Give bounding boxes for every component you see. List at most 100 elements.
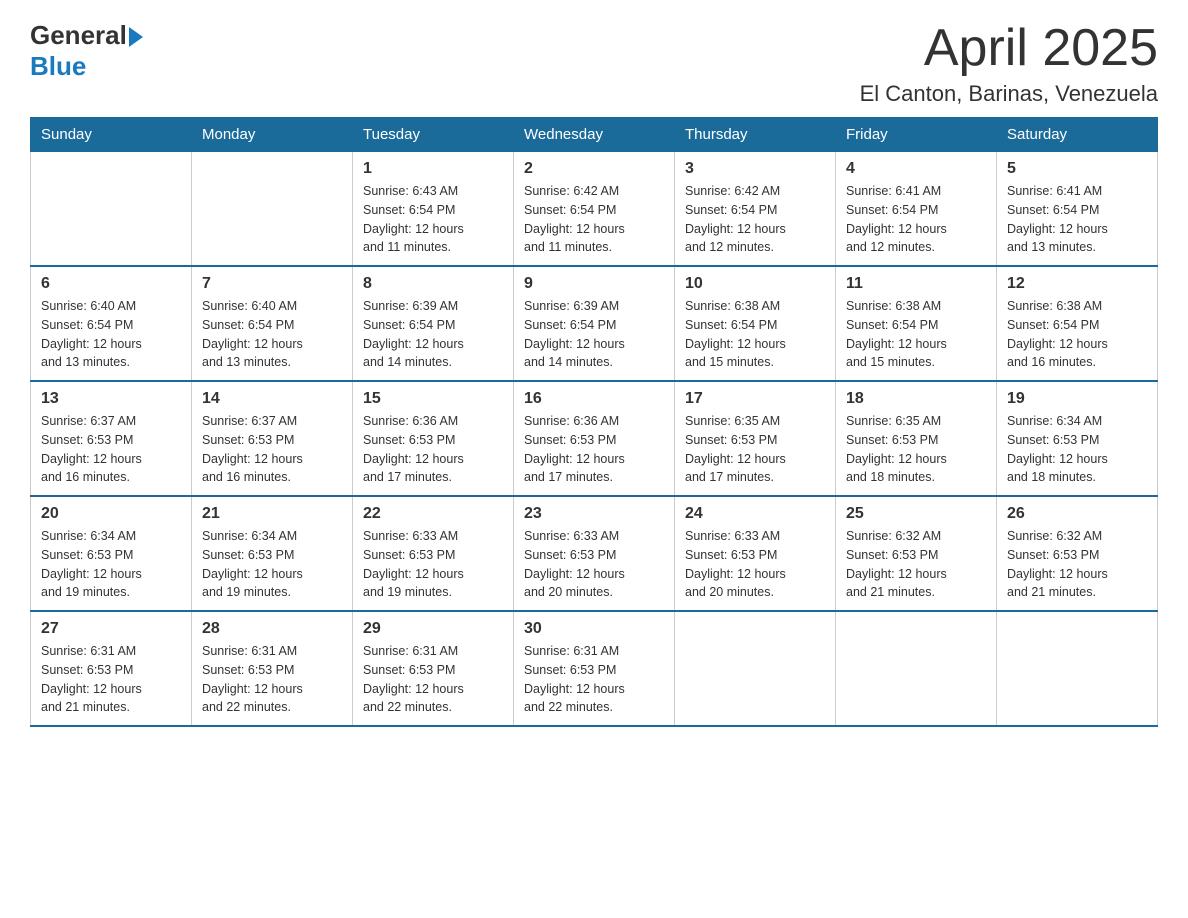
calendar-cell: 17 Sunrise: 6:35 AM Sunset: 6:53 PM Dayli…: [675, 381, 836, 496]
day-number: 17: [685, 390, 825, 408]
day-info: Sunrise: 6:31 AM Sunset: 6:53 PM Dayligh…: [202, 642, 342, 717]
day-info: Sunrise: 6:34 AM Sunset: 6:53 PM Dayligh…: [202, 527, 342, 602]
day-info: Sunrise: 6:43 AM Sunset: 6:54 PM Dayligh…: [363, 182, 503, 257]
day-number: 15: [363, 390, 503, 408]
calendar-title: April 2025: [860, 20, 1158, 77]
column-header-thursday: Thursday: [675, 118, 836, 152]
day-info: Sunrise: 6:32 AM Sunset: 6:53 PM Dayligh…: [1007, 527, 1147, 602]
title-block: April 2025 El Canton, Barinas, Venezuela: [860, 20, 1158, 107]
day-number: 25: [846, 505, 986, 523]
calendar-cell: 21 Sunrise: 6:34 AM Sunset: 6:53 PM Dayli…: [192, 496, 353, 611]
day-number: 18: [846, 390, 986, 408]
day-number: 24: [685, 505, 825, 523]
day-number: 28: [202, 620, 342, 638]
day-info: Sunrise: 6:37 AM Sunset: 6:53 PM Dayligh…: [41, 412, 181, 487]
calendar-cell: 28 Sunrise: 6:31 AM Sunset: 6:53 PM Dayli…: [192, 611, 353, 726]
calendar-cell: 2Sunrise: 6:42 AM Sunset: 6:54 PM Daylig…: [514, 152, 675, 267]
day-info: Sunrise: 6:33 AM Sunset: 6:53 PM Dayligh…: [363, 527, 503, 602]
calendar-cell: 10 Sunrise: 6:38 AM Sunset: 6:54 PM Dayli…: [675, 266, 836, 381]
day-number: 30: [524, 620, 664, 638]
calendar-cell: 8 Sunrise: 6:39 AM Sunset: 6:54 PM Daylig…: [353, 266, 514, 381]
calendar-cell: [675, 611, 836, 726]
day-number: 14: [202, 390, 342, 408]
calendar-cell: 15 Sunrise: 6:36 AM Sunset: 6:53 PM Dayli…: [353, 381, 514, 496]
calendar-cell: 27 Sunrise: 6:31 AM Sunset: 6:53 PM Dayli…: [31, 611, 192, 726]
column-header-friday: Friday: [836, 118, 997, 152]
day-info: Sunrise: 6:36 AM Sunset: 6:53 PM Dayligh…: [524, 412, 664, 487]
day-info: Sunrise: 6:42 AM Sunset: 6:54 PM Dayligh…: [685, 182, 825, 257]
day-number: 13: [41, 390, 181, 408]
calendar-week-row: 6 Sunrise: 6:40 AM Sunset: 6:54 PM Daylig…: [31, 266, 1158, 381]
calendar-cell: 29 Sunrise: 6:31 AM Sunset: 6:53 PM Dayli…: [353, 611, 514, 726]
column-header-tuesday: Tuesday: [353, 118, 514, 152]
day-info: Sunrise: 6:31 AM Sunset: 6:53 PM Dayligh…: [363, 642, 503, 717]
day-number: 20: [41, 505, 181, 523]
calendar-week-row: 20 Sunrise: 6:34 AM Sunset: 6:53 PM Dayli…: [31, 496, 1158, 611]
day-number: 9: [524, 275, 664, 293]
day-info: Sunrise: 6:31 AM Sunset: 6:53 PM Dayligh…: [524, 642, 664, 717]
day-number: 4: [846, 160, 986, 178]
day-number: 7: [202, 275, 342, 293]
calendar-week-row: 1 Sunrise: 6:43 AM Sunset: 6:54 PM Daylig…: [31, 152, 1158, 267]
day-info: Sunrise: 6:42 AM Sunset: 6:54 PM Dayligh…: [524, 182, 664, 257]
day-number: 23: [524, 505, 664, 523]
day-info: Sunrise: 6:38 AM Sunset: 6:54 PM Dayligh…: [846, 297, 986, 372]
column-header-monday: Monday: [192, 118, 353, 152]
day-info: Sunrise: 6:38 AM Sunset: 6:54 PM Dayligh…: [685, 297, 825, 372]
day-number: 21: [202, 505, 342, 523]
calendar-cell: 16Sunrise: 6:36 AM Sunset: 6:53 PM Dayli…: [514, 381, 675, 496]
day-number: 3: [685, 160, 825, 178]
calendar-cell: 20Sunrise: 6:34 AM Sunset: 6:53 PM Dayli…: [31, 496, 192, 611]
calendar-cell: 26 Sunrise: 6:32 AM Sunset: 6:53 PM Dayli…: [997, 496, 1158, 611]
day-number: 27: [41, 620, 181, 638]
calendar-cell: [31, 152, 192, 267]
calendar-cell: 4 Sunrise: 6:41 AM Sunset: 6:54 PM Daylig…: [836, 152, 997, 267]
day-info: Sunrise: 6:35 AM Sunset: 6:53 PM Dayligh…: [685, 412, 825, 487]
calendar-cell: 22Sunrise: 6:33 AM Sunset: 6:53 PM Dayli…: [353, 496, 514, 611]
calendar-cell: 5Sunrise: 6:41 AM Sunset: 6:54 PM Daylig…: [997, 152, 1158, 267]
day-info: Sunrise: 6:33 AM Sunset: 6:53 PM Dayligh…: [524, 527, 664, 602]
calendar-week-row: 27 Sunrise: 6:31 AM Sunset: 6:53 PM Dayli…: [31, 611, 1158, 726]
logo: General Blue: [30, 20, 143, 82]
column-header-saturday: Saturday: [997, 118, 1158, 152]
calendar-week-row: 13 Sunrise: 6:37 AM Sunset: 6:53 PM Dayli…: [31, 381, 1158, 496]
calendar-cell: 25 Sunrise: 6:32 AM Sunset: 6:53 PM Dayli…: [836, 496, 997, 611]
calendar-table: SundayMondayTuesdayWednesdayThursdayFrid…: [30, 117, 1158, 727]
logo-blue-text: Blue: [30, 51, 86, 82]
logo-arrow-icon: [129, 27, 143, 47]
column-header-wednesday: Wednesday: [514, 118, 675, 152]
day-info: Sunrise: 6:40 AM Sunset: 6:54 PM Dayligh…: [41, 297, 181, 372]
day-info: Sunrise: 6:41 AM Sunset: 6:54 PM Dayligh…: [1007, 182, 1147, 257]
day-info: Sunrise: 6:41 AM Sunset: 6:54 PM Dayligh…: [846, 182, 986, 257]
calendar-cell: 7 Sunrise: 6:40 AM Sunset: 6:54 PM Daylig…: [192, 266, 353, 381]
calendar-cell: 14 Sunrise: 6:37 AM Sunset: 6:53 PM Dayli…: [192, 381, 353, 496]
day-number: 11: [846, 275, 986, 293]
day-number: 26: [1007, 505, 1147, 523]
day-info: Sunrise: 6:36 AM Sunset: 6:53 PM Dayligh…: [363, 412, 503, 487]
calendar-cell: 6 Sunrise: 6:40 AM Sunset: 6:54 PM Daylig…: [31, 266, 192, 381]
day-info: Sunrise: 6:40 AM Sunset: 6:54 PM Dayligh…: [202, 297, 342, 372]
day-number: 6: [41, 275, 181, 293]
calendar-cell: [997, 611, 1158, 726]
calendar-cell: [192, 152, 353, 267]
day-info: Sunrise: 6:32 AM Sunset: 6:53 PM Dayligh…: [846, 527, 986, 602]
day-info: Sunrise: 6:39 AM Sunset: 6:54 PM Dayligh…: [363, 297, 503, 372]
logo-general-text: General: [30, 20, 127, 51]
day-number: 10: [685, 275, 825, 293]
day-number: 12: [1007, 275, 1147, 293]
day-info: Sunrise: 6:39 AM Sunset: 6:54 PM Dayligh…: [524, 297, 664, 372]
calendar-cell: 19Sunrise: 6:34 AM Sunset: 6:53 PM Dayli…: [997, 381, 1158, 496]
calendar-cell: 1 Sunrise: 6:43 AM Sunset: 6:54 PM Daylig…: [353, 152, 514, 267]
calendar-cell: 18 Sunrise: 6:35 AM Sunset: 6:53 PM Dayli…: [836, 381, 997, 496]
calendar-cell: 12Sunrise: 6:38 AM Sunset: 6:54 PM Dayli…: [997, 266, 1158, 381]
day-number: 1: [363, 160, 503, 178]
day-number: 29: [363, 620, 503, 638]
day-number: 8: [363, 275, 503, 293]
calendar-cell: 13 Sunrise: 6:37 AM Sunset: 6:53 PM Dayli…: [31, 381, 192, 496]
day-info: Sunrise: 6:31 AM Sunset: 6:53 PM Dayligh…: [41, 642, 181, 717]
calendar-cell: 30 Sunrise: 6:31 AM Sunset: 6:53 PM Dayli…: [514, 611, 675, 726]
day-info: Sunrise: 6:35 AM Sunset: 6:53 PM Dayligh…: [846, 412, 986, 487]
day-info: Sunrise: 6:37 AM Sunset: 6:53 PM Dayligh…: [202, 412, 342, 487]
column-header-sunday: Sunday: [31, 118, 192, 152]
calendar-cell: 9 Sunrise: 6:39 AM Sunset: 6:54 PM Daylig…: [514, 266, 675, 381]
